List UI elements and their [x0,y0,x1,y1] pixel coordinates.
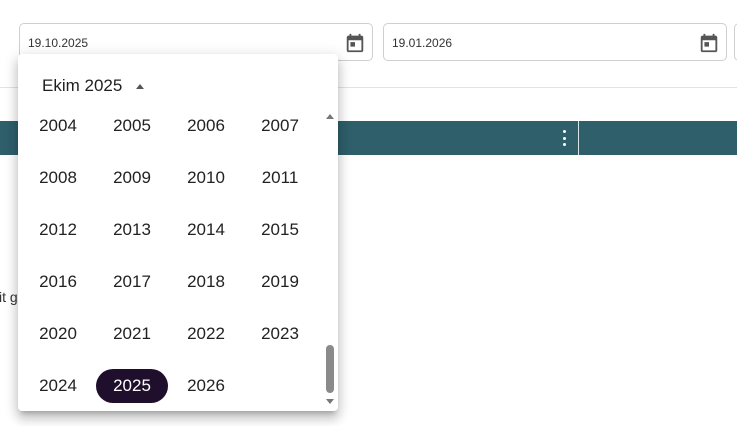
year-option[interactable]: 2020 [22,317,94,351]
caret-up-icon [136,83,145,89]
year-option[interactable]: 2005 [96,109,168,143]
end-date-value[interactable]: 19.01.2026 [392,36,452,50]
column-separator[interactable] [578,121,579,155]
year-grid: 2004 2005 2006 2007 2008 2009 2010 2011 2012 2013… [22,108,318,408]
start-date-value[interactable]: 19.10.2025 [28,36,88,50]
end-date-field[interactable]: 19.01.2026 [383,23,727,61]
scrollbar-thumb[interactable] [326,345,334,393]
year-option[interactable]: 2014 [170,213,242,247]
year-option[interactable]: 2026 [170,369,242,403]
year-option[interactable]: 2016 [22,265,94,299]
calendar-icon[interactable] [344,32,366,54]
year-option[interactable]: 2021 [96,317,168,351]
year-option[interactable]: 2008 [22,161,94,195]
year-option[interactable]: 2006 [170,109,242,143]
year-option[interactable]: 2010 [170,161,242,195]
month-year-switch[interactable]: Ekim 2025 [42,74,145,98]
scroll-up-arrow-icon[interactable] [326,114,334,119]
year-option[interactable]: 2015 [244,213,316,247]
year-picker-popover: Ekim 2025 2004 2005 2006 2007 2008 2009 2010 20… [18,54,338,411]
year-option[interactable]: 2022 [170,317,242,351]
column-menu-icon[interactable] [558,130,570,146]
year-option[interactable]: 2025 [96,369,168,403]
year-option[interactable]: 2009 [96,161,168,195]
scroll-down-arrow-icon[interactable] [326,399,334,404]
year-option[interactable]: 2023 [244,317,316,351]
year-option[interactable]: 2004 [22,109,94,143]
year-option[interactable]: 2024 [22,369,94,403]
calendar-icon[interactable] [698,32,720,54]
year-option[interactable]: 2012 [22,213,94,247]
year-option[interactable]: 2019 [244,265,316,299]
year-option[interactable]: 2013 [96,213,168,247]
picker-title: Ekim 2025 [42,76,123,95]
year-option[interactable]: 2018 [170,265,242,299]
partial-text: it g [0,289,18,305]
year-option[interactable]: 2007 [244,109,316,143]
year-option[interactable]: 2017 [96,265,168,299]
year-option[interactable]: 2011 [244,161,316,195]
